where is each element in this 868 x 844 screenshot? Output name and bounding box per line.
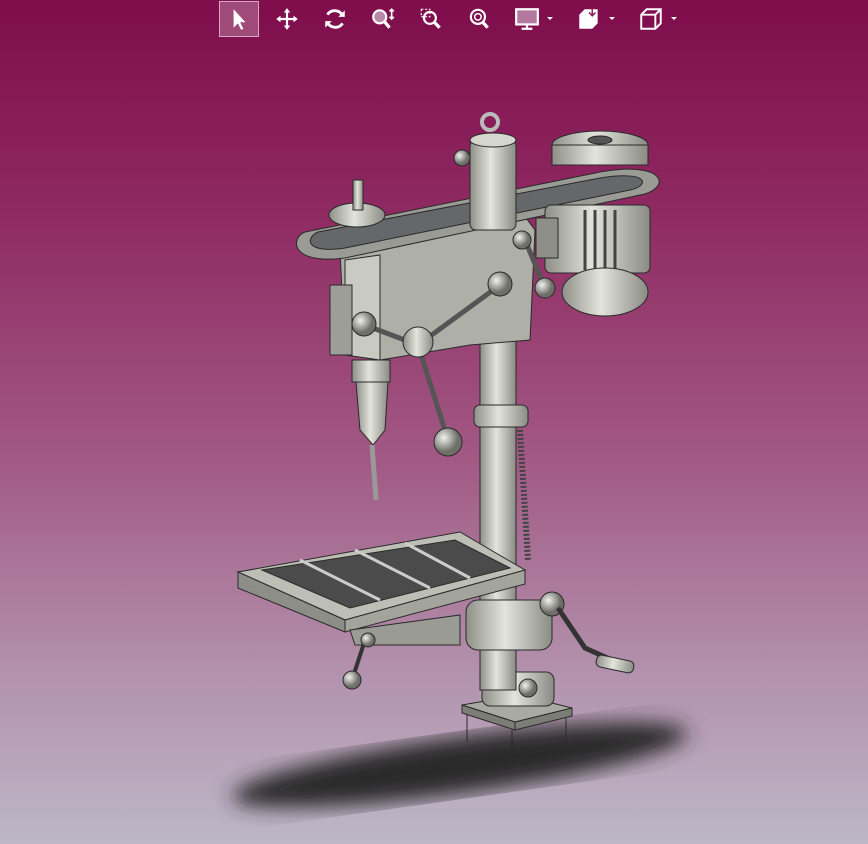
view-orientation-cube-icon xyxy=(640,7,662,30)
rotate-button[interactable] xyxy=(315,1,355,37)
model-shadow xyxy=(232,722,688,808)
zoom-in-out-icon xyxy=(372,7,395,29)
select-button[interactable] xyxy=(219,0,259,37)
view-orientation-dropdown[interactable] xyxy=(669,1,679,37)
fit-all-button[interactable] xyxy=(459,1,499,37)
drill-press-model[interactable] xyxy=(228,112,691,825)
3d-viewport[interactable] xyxy=(0,40,868,844)
zoom-button[interactable] xyxy=(363,1,403,37)
display-mode-dropdown[interactable] xyxy=(545,1,555,37)
section-view-icon xyxy=(579,8,598,29)
zoom-area-button[interactable] xyxy=(411,1,451,37)
zoom-area-icon xyxy=(420,8,441,29)
chevron-down-icon xyxy=(671,16,677,20)
chevron-down-icon xyxy=(609,16,615,20)
view-orientation-button[interactable] xyxy=(631,1,671,37)
display-mode-button[interactable] xyxy=(507,1,547,37)
section-view-dropdown[interactable] xyxy=(607,1,617,37)
pan-button[interactable] xyxy=(267,1,307,37)
rotate-icon xyxy=(325,8,345,29)
chevron-down-icon xyxy=(547,16,553,20)
section-view-button[interactable] xyxy=(569,1,609,37)
pan-icon xyxy=(276,7,298,30)
select-arrow-icon xyxy=(233,8,246,30)
display-mode-icon xyxy=(515,7,539,30)
fit-all-icon xyxy=(469,8,489,29)
view-toolbar xyxy=(219,0,693,37)
